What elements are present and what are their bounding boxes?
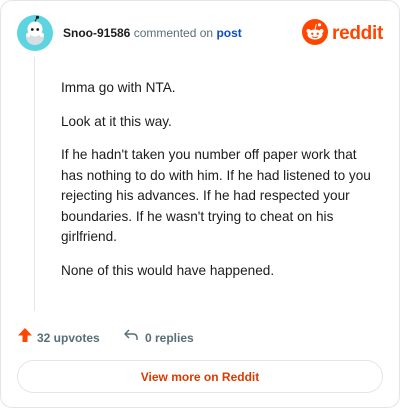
action-text: commented on xyxy=(133,26,214,40)
thread-line xyxy=(34,57,35,311)
post-link[interactable]: post xyxy=(216,26,241,40)
upvote-count: 32 upvotes xyxy=(37,330,100,345)
replies-button[interactable]: 0 replies xyxy=(123,327,194,348)
comment-header: Snoo-91586 commented on post reddit xyxy=(17,15,383,53)
snoo-avatar-icon[interactable] xyxy=(17,15,53,51)
comment-meta: Snoo-91586 commented on post xyxy=(63,26,242,40)
comment-paragraph: Imma go with NTA. xyxy=(61,80,176,95)
username-link[interactable]: Snoo-91586 xyxy=(63,26,130,40)
reply-arrow-icon xyxy=(123,327,139,348)
view-more-button[interactable]: View more on Reddit xyxy=(17,360,383,393)
reddit-brand[interactable]: reddit xyxy=(302,18,383,50)
upvote-button[interactable]: 32 upvotes xyxy=(17,327,100,348)
comment-body: Imma go with NTA. Look at it this way. I… xyxy=(61,78,381,294)
comment-paragraph: None of this would have happened. xyxy=(61,262,275,278)
comment-paragraph: Look at it this way. xyxy=(61,113,172,129)
comment-embed-card: Snoo-91586 commented on post reddit Imma… xyxy=(0,0,400,408)
brand-wordmark: reddit xyxy=(332,23,383,44)
upvote-arrow-icon xyxy=(17,327,33,348)
reply-count: 0 replies xyxy=(145,330,194,345)
reddit-logo-icon xyxy=(302,18,329,50)
comment-paragraph: If he hadn't taken you number off paper … xyxy=(61,147,371,244)
